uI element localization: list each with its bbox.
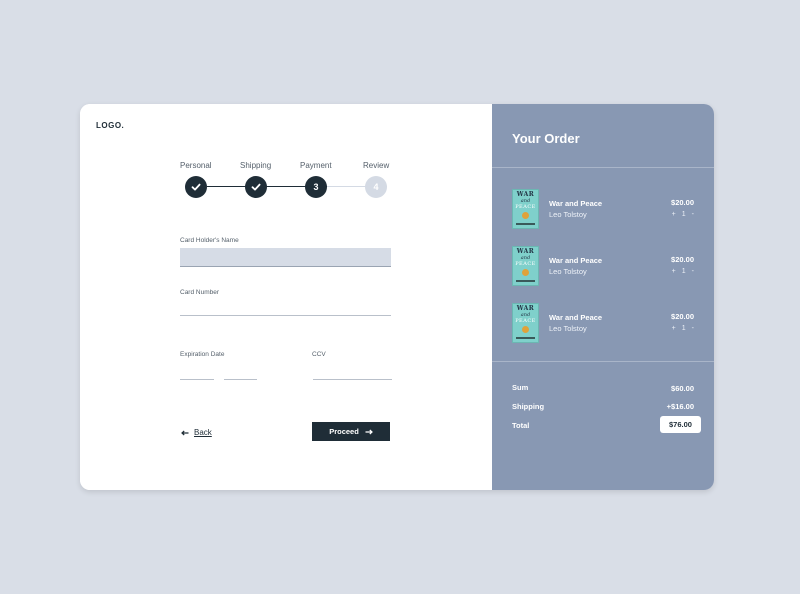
increase-quantity-button[interactable]: + [672, 268, 676, 275]
ccv-input[interactable] [313, 379, 392, 380]
book-cover-text: PEACE [515, 318, 536, 324]
payment-panel: LOGO. Personal Shipping Payment Review 3… [80, 104, 492, 490]
checkout-card: LOGO. Personal Shipping Payment Review 3… [80, 104, 714, 490]
step-review[interactable]: 4 [365, 176, 387, 198]
step-personal[interactable] [185, 176, 207, 198]
order-title: Your Order [512, 131, 580, 146]
item-author: Leo Tolstoy [549, 210, 587, 219]
check-icon [191, 183, 201, 191]
divider [492, 167, 714, 168]
quantity-stepper: + 1 - [672, 325, 694, 332]
sum-label: Sum [512, 383, 529, 392]
quantity-stepper: + 1 - [672, 211, 694, 218]
logo[interactable]: LOGO. [96, 121, 124, 130]
total-label: Total [512, 421, 530, 430]
item-title: War and Peace [549, 199, 603, 208]
back-label: Back [194, 428, 212, 437]
arrow-left-icon [181, 430, 189, 435]
item-price: $20.00 [671, 255, 694, 264]
shipping-label: Shipping [512, 402, 545, 411]
book-cover-text: PEACE [515, 261, 536, 267]
decrease-quantity-button[interactable]: - [692, 211, 694, 218]
sum-value: $60.00 [671, 384, 694, 393]
item-author: Leo Tolstoy [549, 267, 587, 276]
expiration-year-input[interactable] [224, 379, 257, 380]
book-cover-text: WAR [516, 248, 535, 255]
quantity-value: 1 [681, 211, 686, 218]
book-cover-author-mark [516, 280, 535, 282]
shipping-value: +$16.00 [666, 402, 694, 411]
step-label-payment: Payment [300, 161, 332, 170]
arrow-right-icon [365, 429, 373, 434]
expiration-label: Expiration Date [180, 351, 225, 358]
proceed-label: Proceed [329, 427, 359, 436]
book-cover-author-mark [516, 223, 535, 225]
book-cover-ornament [522, 269, 529, 276]
book-cover-ornament [522, 212, 529, 219]
decrease-quantity-button[interactable]: - [692, 325, 694, 332]
book-cover-author-mark [516, 337, 535, 339]
item-price: $20.00 [671, 312, 694, 321]
card-holder-input[interactable] [180, 248, 391, 267]
step-label-review: Review [363, 161, 390, 170]
expiration-month-input[interactable] [180, 379, 214, 380]
back-button[interactable]: Back [181, 428, 212, 437]
step-shipping[interactable] [245, 176, 267, 198]
proceed-button[interactable]: Proceed [312, 422, 390, 441]
decrease-quantity-button[interactable]: - [692, 268, 694, 275]
step-label-personal: Personal [180, 161, 212, 170]
book-cover: WAR and PEACE [512, 303, 539, 343]
card-number-input[interactable] [180, 315, 391, 316]
card-holder-label: Card Holder's Name [180, 237, 239, 244]
step-label-shipping: Shipping [240, 161, 272, 170]
item-title: War and Peace [549, 256, 603, 265]
book-cover-ornament [522, 326, 529, 333]
step-payment[interactable]: 3 [305, 176, 327, 198]
order-item: WAR and PEACE War and Peace Leo Tolstoy … [512, 246, 694, 286]
order-panel: Your Order WAR and PEACE War and Peace L… [492, 104, 714, 490]
item-author: Leo Tolstoy [549, 324, 587, 333]
order-item: WAR and PEACE War and Peace Leo Tolstoy … [512, 303, 694, 343]
check-icon [251, 183, 261, 191]
book-cover: WAR and PEACE [512, 189, 539, 229]
divider [492, 361, 714, 362]
book-cover-text: WAR [516, 191, 535, 198]
book-cover: WAR and PEACE [512, 246, 539, 286]
increase-quantity-button[interactable]: + [672, 325, 676, 332]
ccv-label: CCV [312, 351, 326, 358]
increase-quantity-button[interactable]: + [672, 211, 676, 218]
card-number-label: Card Number [180, 289, 220, 296]
item-title: War and Peace [549, 313, 603, 322]
book-cover-text: WAR [516, 305, 535, 312]
quantity-stepper: + 1 - [672, 268, 694, 275]
book-cover-text: PEACE [515, 204, 536, 210]
quantity-value: 1 [681, 268, 686, 275]
item-price: $20.00 [671, 198, 694, 207]
order-item: WAR and PEACE War and Peace Leo Tolstoy … [512, 189, 694, 229]
quantity-value: 1 [681, 325, 686, 332]
total-value: $76.00 [660, 416, 701, 433]
